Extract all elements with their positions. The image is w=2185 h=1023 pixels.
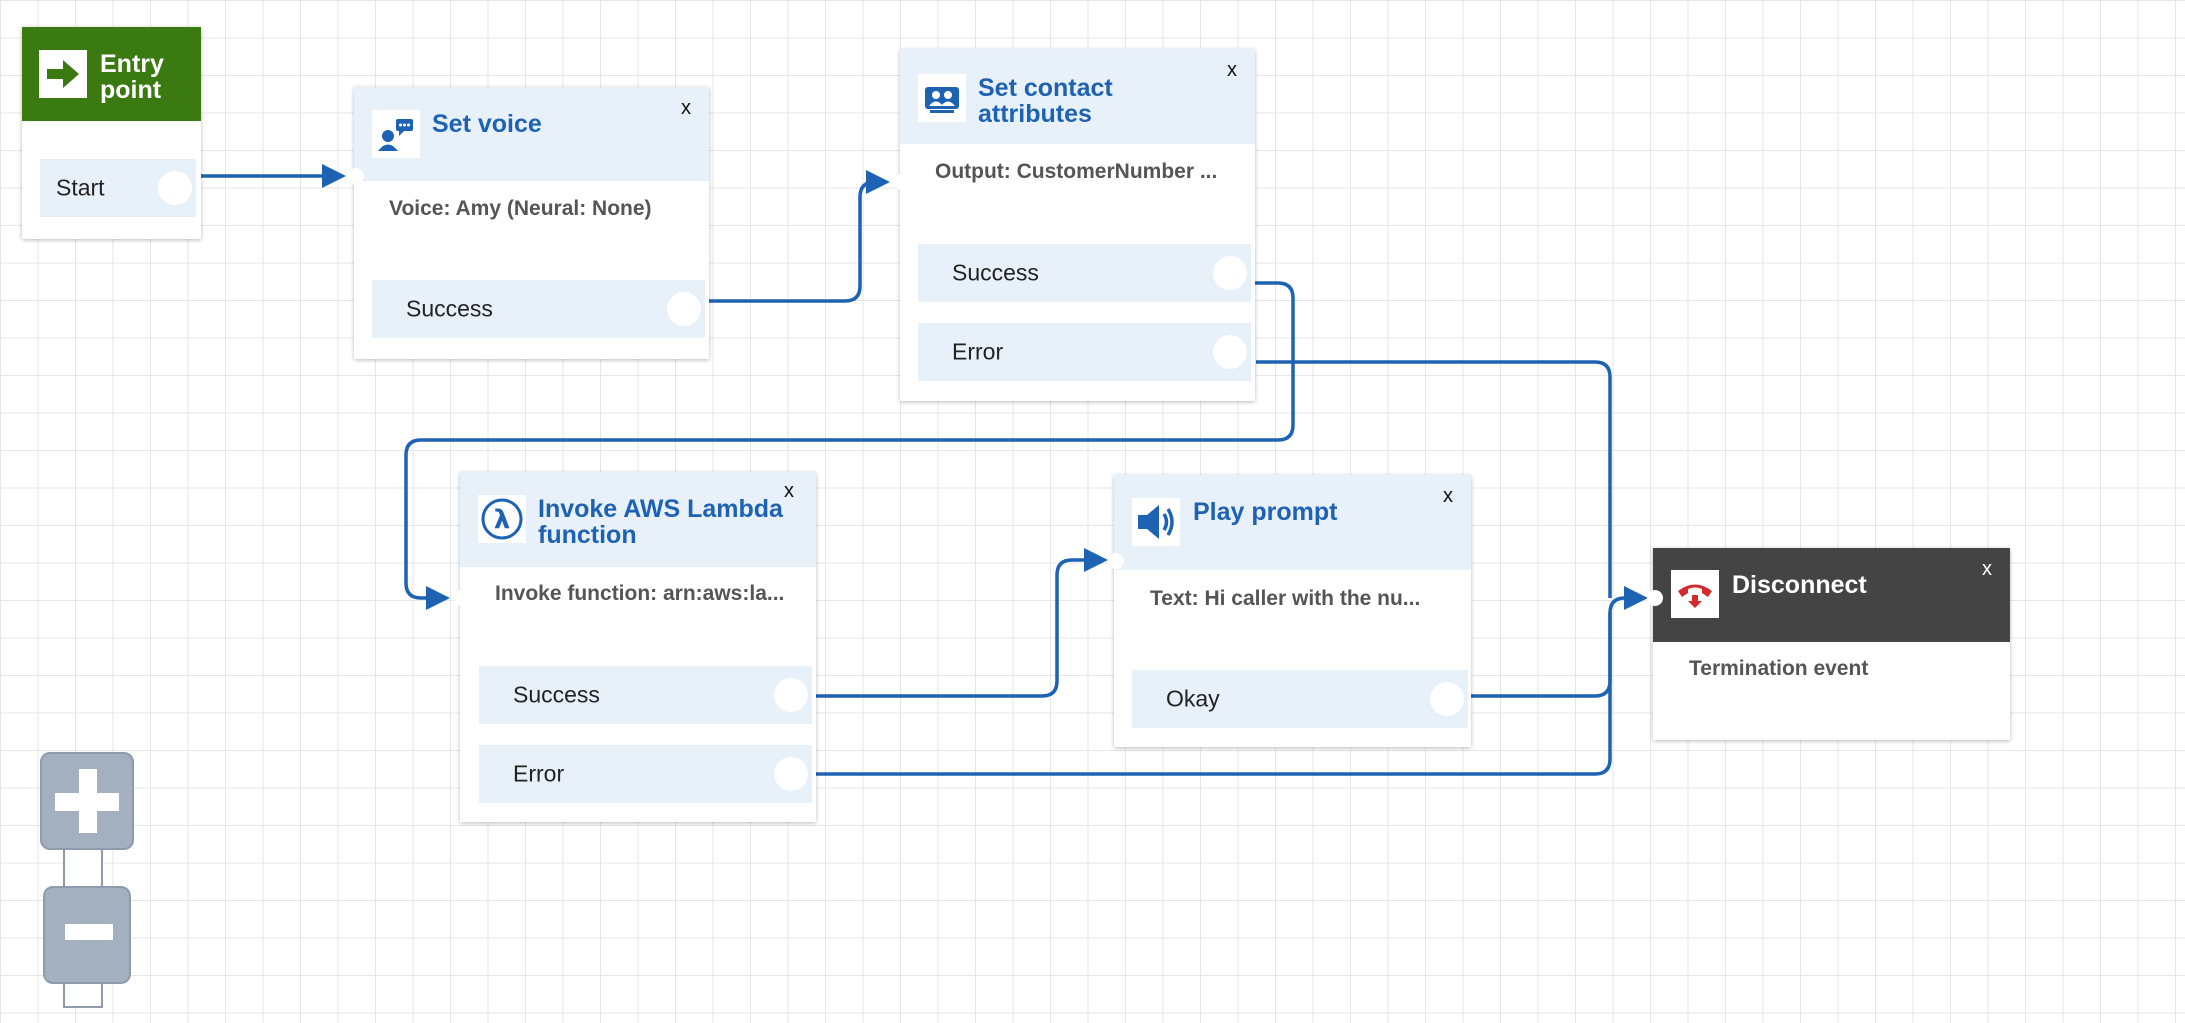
play-prompt-description: Text: Hi caller with the nu... bbox=[1150, 587, 1421, 610]
success-output-port[interactable] bbox=[774, 678, 808, 712]
attributes-error-branch[interactable]: Error bbox=[918, 323, 1251, 381]
disconnect-title: Disconnect bbox=[1732, 571, 1867, 599]
play-prompt-input-port[interactable] bbox=[1108, 553, 1124, 569]
lambda-error-branch[interactable]: Error bbox=[479, 745, 812, 803]
lambda-icon: λ bbox=[478, 495, 526, 543]
play-prompt-header: Play prompt x bbox=[1114, 475, 1471, 570]
set-voice-block[interactable]: Set voice x Voice: Amy (Neural: None) Su… bbox=[348, 87, 709, 359]
contact-attributes-icon bbox=[918, 74, 966, 122]
attributes-success-branch[interactable]: Success bbox=[918, 244, 1251, 302]
entry-point-block[interactable]: Entry point Start bbox=[22, 27, 201, 239]
arrow-right-icon bbox=[39, 50, 87, 98]
prompt-okay-branch[interactable]: Okay bbox=[1132, 670, 1468, 728]
invoke-lambda-input-port[interactable] bbox=[454, 590, 470, 606]
play-prompt-title: Play prompt bbox=[1193, 498, 1338, 526]
error-output-port[interactable] bbox=[774, 757, 808, 791]
set-voice-input-port[interactable] bbox=[348, 168, 364, 184]
zoom-control-connector-bottom bbox=[63, 980, 103, 1008]
close-button[interactable]: x bbox=[681, 97, 691, 120]
hang-up-phone-icon bbox=[1671, 570, 1719, 618]
branch-label: Success bbox=[406, 295, 493, 322]
lambda-success-branch[interactable]: Success bbox=[479, 666, 812, 724]
invoke-lambda-block[interactable]: λ Invoke AWS Lambda function x Invoke fu… bbox=[454, 472, 816, 822]
start-label: Start bbox=[56, 174, 105, 201]
entry-point-header: Entry point bbox=[22, 27, 201, 121]
branch-label: Okay bbox=[1166, 685, 1220, 712]
set-contact-attributes-description: Output: CustomerNumber ... bbox=[935, 160, 1218, 183]
disconnect-header: Disconnect x bbox=[1653, 548, 2010, 642]
branch-label: Success bbox=[513, 681, 600, 708]
disconnect-description: Termination event bbox=[1689, 657, 1869, 680]
success-output-port[interactable] bbox=[667, 292, 701, 326]
close-button[interactable]: x bbox=[1443, 485, 1453, 508]
voice-settings-icon bbox=[372, 110, 420, 158]
set-contact-attributes-header: Set contact attributes x bbox=[900, 49, 1255, 144]
close-button[interactable]: x bbox=[784, 480, 794, 503]
entry-point-title: Entry point bbox=[100, 50, 164, 104]
branch-label: Success bbox=[952, 259, 1039, 286]
svg-text:λ: λ bbox=[494, 505, 510, 535]
play-prompt-block[interactable]: Play prompt x Text: Hi caller with the n… bbox=[1108, 475, 1471, 747]
success-output-port[interactable] bbox=[1213, 256, 1247, 290]
invoke-lambda-header: λ Invoke AWS Lambda function x bbox=[460, 472, 816, 567]
set-voice-success-branch[interactable]: Success bbox=[372, 280, 705, 338]
branch-label: Error bbox=[952, 338, 1004, 365]
error-output-port[interactable] bbox=[1213, 335, 1247, 369]
zoom-in-button[interactable] bbox=[40, 752, 134, 850]
set-voice-title: Set voice bbox=[432, 110, 542, 138]
wire-lambda-success-to-prompt bbox=[810, 558, 1098, 698]
close-button[interactable]: x bbox=[1227, 59, 1237, 82]
disconnect-block[interactable]: Disconnect x Termination event bbox=[1647, 548, 2010, 740]
okay-output-port[interactable] bbox=[1430, 682, 1464, 716]
disconnect-input-port[interactable] bbox=[1647, 590, 1663, 606]
set-voice-description: Voice: Amy (Neural: None) bbox=[389, 197, 652, 220]
branch-label: Error bbox=[513, 760, 565, 787]
invoke-lambda-description: Invoke function: arn:aws:la... bbox=[495, 582, 785, 605]
start-branch[interactable]: Start bbox=[40, 159, 196, 217]
invoke-lambda-title: Invoke AWS Lambda function bbox=[538, 495, 783, 549]
zoom-out-button[interactable] bbox=[43, 886, 131, 984]
close-button[interactable]: x bbox=[1982, 558, 1992, 581]
wire-prompt-okay-to-disconnect bbox=[1470, 596, 1632, 698]
wire-set-voice-success-to-attributes bbox=[705, 180, 880, 303]
set-contact-attributes-block[interactable]: Set contact attributes x Output: Custome… bbox=[894, 49, 1255, 401]
set-voice-header: Set voice x bbox=[354, 87, 709, 181]
speaker-icon bbox=[1132, 498, 1180, 546]
set-contact-attributes-input-port[interactable] bbox=[894, 174, 910, 190]
set-contact-attributes-title: Set contact attributes bbox=[978, 74, 1113, 128]
start-output-port[interactable] bbox=[158, 171, 192, 205]
